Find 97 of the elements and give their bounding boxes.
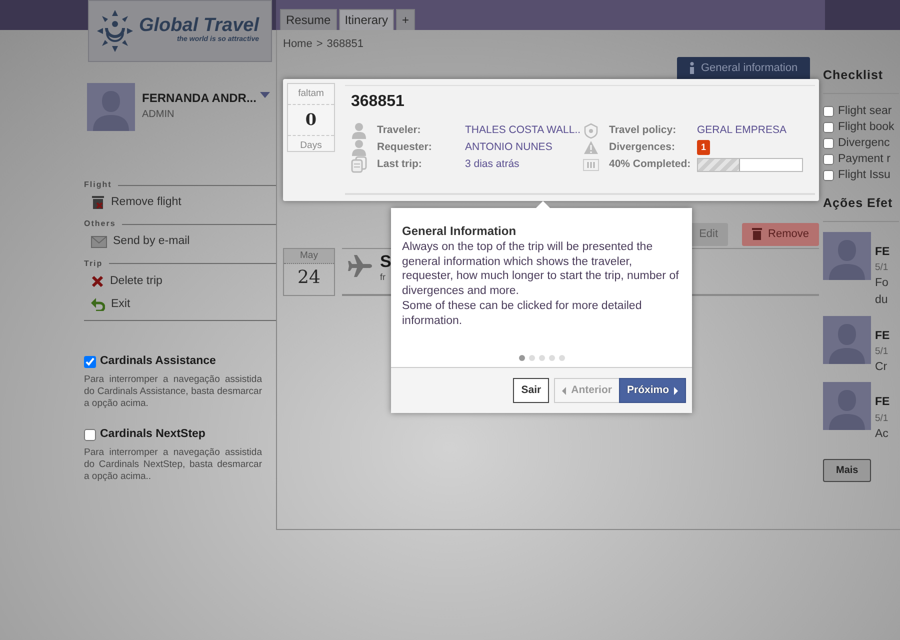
warning-icon: [583, 140, 599, 155]
next-button[interactable]: Próximo: [618, 378, 686, 404]
step-dot[interactable]: [548, 355, 554, 361]
option-description: Para interromper a navegação assistida do Cardinals NextStep, basta desmarcar a opção acima..: [84, 447, 262, 483]
step-dot[interactable]: [518, 355, 524, 361]
breadcrumb-current: 368851: [326, 37, 364, 52]
field-label: Travel policy:: [609, 124, 676, 136]
info-button[interactable]: General information: [677, 56, 810, 79]
logo-title: Global Travel: [139, 16, 260, 36]
author-name: FE: [875, 328, 890, 344]
field-label: 40% Completed:: [609, 158, 691, 170]
date-day: 24: [284, 264, 334, 291]
tour-title: General Information: [402, 224, 518, 240]
globe-icon: [95, 8, 135, 54]
checklist-label[interactable]: Payment r: [838, 151, 890, 168]
checklist-label[interactable]: Flight Issu: [838, 167, 890, 184]
countdown-unit: Days: [299, 139, 323, 154]
checkbox[interactable]: [823, 154, 834, 166]
checklist-title: Checklist: [823, 67, 884, 84]
field-value[interactable]: ANTONIO NUNES: [465, 140, 552, 156]
shield-icon: [583, 122, 599, 138]
checklist-label[interactable]: Flight sear: [838, 103, 892, 120]
checklist-label[interactable]: Divergenc: [838, 135, 890, 152]
remove-button[interactable]: Remove: [742, 223, 819, 246]
exit-button[interactable]: Sair: [513, 378, 550, 404]
menu-item[interactable]: Send by e-mail: [84, 230, 276, 254]
more-button[interactable]: Mais: [823, 459, 872, 482]
bars-icon: [583, 158, 599, 170]
envelope-icon: [91, 236, 107, 248]
countdown-label: faltam: [297, 87, 325, 101]
info-icon: [689, 62, 695, 74]
step-dot[interactable]: [538, 355, 544, 361]
checkbox[interactable]: [823, 106, 834, 118]
option-label[interactable]: Cardinals NextStep: [100, 426, 206, 444]
trip-id: 368851: [351, 92, 406, 112]
segment-subtitle: fr: [380, 271, 386, 284]
tab[interactable]: Resume: [280, 8, 337, 30]
person-icon: [351, 122, 367, 139]
user-role: ADMIN: [142, 108, 176, 122]
field-label: Last trip:: [377, 158, 422, 170]
avatar: [87, 83, 135, 131]
breadcrumb-link[interactable]: Home: [283, 36, 312, 52]
action-text: Cr: [875, 360, 888, 375]
right-caret-icon: [674, 386, 678, 394]
action-date: 5/1: [875, 344, 890, 359]
tab[interactable]: +: [396, 8, 416, 30]
checkbox[interactable]: [823, 122, 834, 134]
option-label[interactable]: Cardinals Assistance: [100, 353, 216, 370]
action-date: 5/1: [875, 412, 890, 426]
breadcrumb-separator: >: [316, 37, 323, 52]
checklist-label[interactable]: Flight book: [838, 119, 894, 136]
trash-icon: [91, 195, 105, 210]
field-value[interactable]: 3 dias atrás: [465, 156, 520, 172]
action-date: 5/1: [875, 260, 890, 275]
action-text: Ac: [875, 426, 890, 442]
user-name[interactable]: FERNANDA ANDR...: [142, 89, 256, 107]
person-icon: [351, 139, 367, 156]
action-text: du: [875, 293, 889, 308]
field-value[interactable]: THALES COSTA WALL..: [465, 122, 581, 138]
caret-icon[interactable]: [260, 92, 270, 98]
field-label: Divergences:: [609, 141, 675, 154]
checkbox[interactable]: [823, 138, 834, 150]
left-caret-icon: [562, 386, 566, 394]
avatar: [823, 232, 871, 280]
action-text: Fo: [875, 276, 890, 291]
field-label: Traveler:: [377, 124, 421, 136]
checkbox[interactable]: [84, 356, 96, 368]
tab[interactable]: Itinerary: [338, 8, 394, 30]
field-value[interactable]: GERAL EMPRESA: [697, 122, 786, 138]
countdown-value: 0: [288, 104, 334, 136]
step-dot[interactable]: [528, 355, 534, 361]
tour-text: Always on the top of the trip will be presented the general information which shows the traveler, requester, how much longer to start the trip, number of divergences and more.: [402, 240, 680, 300]
segment-title: S: [380, 252, 392, 272]
back-arrow-icon: [91, 297, 105, 312]
checkbox[interactable]: [823, 170, 834, 182]
menu-item[interactable]: Exit: [84, 292, 276, 316]
close-icon: [91, 274, 104, 288]
checkbox[interactable]: [84, 428, 96, 440]
menu-item[interactable]: Delete trip: [84, 270, 276, 293]
option-description: Para interromper a navegação assistida do Cardinals Assistance, basta desmarcar a opção acima.: [84, 374, 262, 410]
actions-title: Ações Efet: [823, 194, 894, 212]
section-heading: Others: [84, 218, 116, 230]
step-dot[interactable]: [558, 355, 564, 361]
author-name: FE: [875, 244, 890, 260]
avatar: [823, 316, 871, 364]
field-label: Requester:: [377, 141, 432, 154]
menu-item[interactable]: Remove flight: [84, 191, 276, 214]
author-name: FE: [875, 395, 890, 410]
documents-icon: [351, 156, 367, 173]
count-badge[interactable]: 1: [697, 140, 710, 156]
tour-text: Some of these can be clicked for more detailed information.: [402, 299, 643, 330]
section-heading: Flight: [84, 179, 112, 191]
trash-icon: [752, 228, 762, 240]
avatar: [823, 382, 871, 430]
section-heading: Trip: [84, 258, 103, 270]
airplane-icon: [348, 252, 374, 278]
date-month: May: [284, 248, 334, 264]
